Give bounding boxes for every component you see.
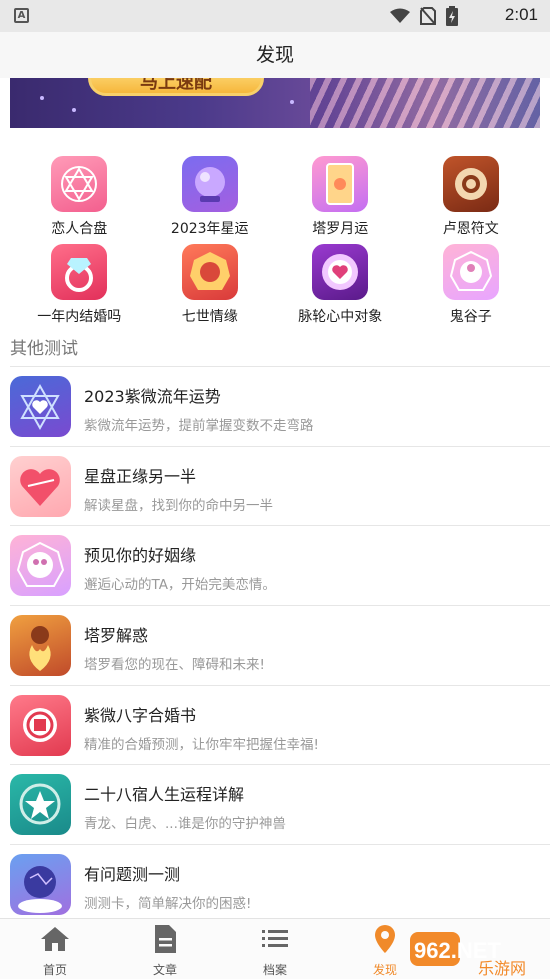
tab-label: 首页 (42, 963, 67, 977)
tab-home[interactable]: 首页 (10, 919, 100, 979)
no-sim-icon (420, 7, 436, 25)
grid-item-tarot-monthly[interactable]: 塔罗月运 (275, 150, 405, 238)
list-item-title: 2023紫微流年运势 (84, 387, 221, 406)
grid-item-lovers-synastry[interactable]: 恋人合盘 (14, 150, 144, 238)
status-bar: A 2:01 (0, 0, 550, 32)
star-medallion-icon (10, 774, 71, 836)
tarot-fire-icon (10, 615, 71, 677)
list-item[interactable]: 塔罗解惑 塔罗看您的现在、障碍和未来! (10, 605, 550, 685)
tarot-card-icon (312, 156, 369, 212)
grid-item-label: 2023年星运 (170, 221, 249, 237)
location-pin-icon (375, 925, 395, 953)
grid-item-label: 恋人合盘 (51, 221, 108, 237)
grid-item-label: 塔罗月运 (312, 221, 369, 237)
clock: 2:01 (504, 5, 538, 24)
list-item[interactable]: 预见你的好姻缘 邂逅心动的TA，开始完美恋情。 (10, 525, 550, 605)
grid-item-seven-lives-love[interactable]: 七世情缘 (145, 238, 275, 326)
banner-star (72, 108, 76, 112)
battery-icon (446, 6, 458, 26)
banner-match-button[interactable]: 马上速配 (88, 78, 264, 96)
grid-item-label: 脉轮心中对象 (298, 309, 383, 325)
list-item-desc: 紫微流年运势，提前掌握变数不走弯路 (84, 418, 314, 434)
list-item-title: 星盘正缘另一半 (84, 466, 197, 486)
notification-app-icon: A (14, 8, 29, 23)
list-item[interactable]: 星盘正缘另一半 解读星盘，找到你的命中另一半 (10, 445, 550, 526)
list-icon (262, 930, 288, 947)
grid-item-runes[interactable]: 卢恩符文 (406, 150, 536, 238)
list-item-desc: 精准的合婚预测，让你牢牢把握住幸福! (84, 736, 319, 753)
banner-star (40, 96, 44, 100)
list-item-desc: 塔罗看您的现在、障碍和未来! (84, 657, 265, 674)
grid-item-marriage-this-year[interactable]: 一年内结婚吗 (14, 238, 144, 326)
list-item-title: 预见你的好姻缘 (84, 546, 197, 566)
document-icon (155, 925, 176, 953)
list-item[interactable]: 2023紫微流年运势 紫微流年运势，提前掌握变数不走弯路 (10, 366, 550, 446)
constellation-orb-icon (10, 854, 71, 916)
watermark-subtext: 乐游网 (478, 959, 526, 978)
list-item-desc: 青龙、白虎、...谁是你的守护神兽 (84, 816, 286, 833)
page-title: 发现 (255, 44, 294, 66)
promo-banner[interactable]: 马上速配 (10, 78, 540, 128)
tab-articles[interactable]: 文章 (120, 919, 210, 979)
banner-star (290, 100, 294, 104)
list-item-title: 二十八宿人生运程详解 (84, 785, 245, 805)
feature-grid: 恋人合盘 2023年星运 塔罗月运 卢恩符文 一年内结婚吗 七世情缘 脉轮心中对… (0, 150, 550, 326)
list-item-title: 有问题测一测 (84, 865, 181, 885)
list-item-title: 塔罗解惑 (84, 626, 149, 646)
list-item-desc: 邂逅心动的TA，开始完美恋情。 (84, 577, 276, 594)
hexagram-icon (51, 156, 108, 212)
banner-artwork (310, 78, 540, 128)
crystal-ball-icon (181, 156, 238, 212)
grid-item-label: 鬼谷子 (449, 309, 492, 325)
grid-item-label: 一年内结婚吗 (37, 309, 122, 325)
grid-item-label: 卢恩符文 (442, 221, 499, 237)
list-item-desc: 解读星盘，找到你的命中另一半 (84, 497, 273, 514)
banner-button-label: 马上速配 (140, 78, 212, 93)
section-title-other-tests: 其他测试 (10, 339, 78, 359)
grid-item-2023-star-fortune[interactable]: 2023年星运 (145, 150, 275, 238)
tab-label: 档案 (262, 963, 287, 977)
test-list: 2023紫微流年运势 紫微流年运势，提前掌握变数不走弯路 星盘正缘另一半 解读星… (0, 366, 550, 924)
double-happiness-icon (10, 694, 71, 756)
grid-item-chakra-heart[interactable]: 脉轮心中对象 (275, 238, 405, 326)
diamond-ring-icon (51, 244, 108, 300)
page-header: 发现 (0, 32, 550, 78)
watermark-logo: 962.NET 乐游网 (410, 932, 526, 978)
grid-item-label: 七世情缘 (181, 309, 238, 325)
list-item[interactable]: 有问题测一测 测测卡，简单解决你的困惑! (10, 844, 550, 924)
chakra-heart-icon (312, 244, 369, 300)
site-watermark: 962.NET 乐游网 (408, 926, 550, 979)
tab-label: 文章 (152, 963, 177, 977)
heart-chart-icon (10, 455, 71, 517)
tab-profile[interactable]: 档案 (230, 919, 320, 979)
bagua-couple-icon (181, 244, 238, 300)
rune-sun-icon (442, 156, 499, 212)
bagua-figure-icon (442, 244, 499, 300)
list-item-title: 紫微八字合婚书 (84, 705, 197, 725)
home-icon (41, 927, 69, 951)
list-item[interactable]: 二十八宿人生运程详解 青龙、白虎、...谁是你的守护神兽 (10, 764, 550, 844)
grid-item-guiguzi[interactable]: 鬼谷子 (406, 238, 536, 326)
grid-row: 恋人合盘 2023年星运 塔罗月运 卢恩符文 (0, 150, 550, 238)
wifi-icon (390, 8, 410, 23)
grid-row: 一年内结婚吗 七世情缘 脉轮心中对象 鬼谷子 (0, 238, 550, 326)
list-item-desc: 测测卡，简单解决你的困惑! (84, 896, 252, 913)
ziwei-star-icon (10, 376, 71, 437)
list-item[interactable]: 紫微八字合婚书 精准的合婚预测，让你牢牢把握住幸福! (10, 684, 550, 765)
bagua-couple-icon (10, 535, 71, 597)
status-icons (390, 6, 458, 26)
